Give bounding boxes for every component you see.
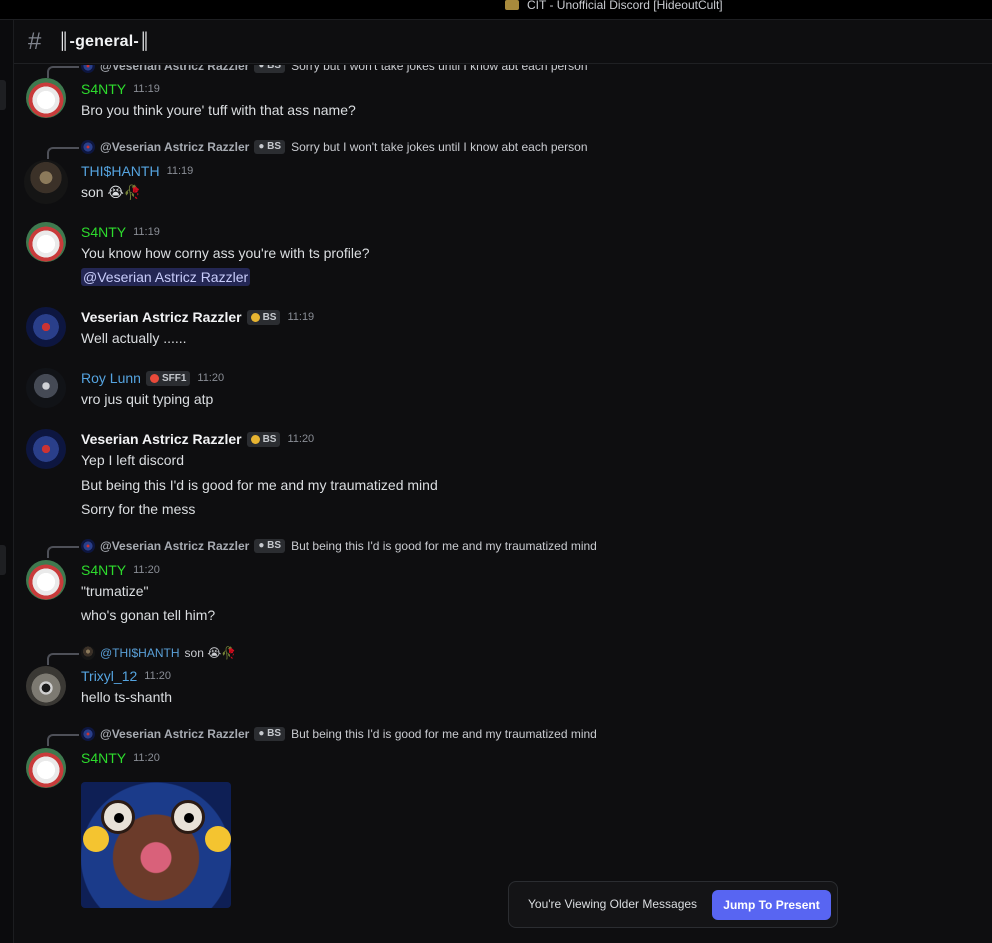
timestamp: 11:20: [133, 564, 160, 576]
laughing-emoji-icon: [205, 826, 231, 852]
older-messages-text: You're Viewing Older Messages: [528, 897, 698, 911]
avatar[interactable]: [26, 429, 66, 469]
image-eye: [101, 800, 135, 834]
message-header: S4NTY 11:19: [81, 79, 160, 99]
skull-icon: [250, 312, 260, 322]
message-text: hello ts-shanth: [81, 689, 173, 705]
flame-icon: [149, 373, 159, 383]
message-text: @Veserian Astricz Razzler: [81, 267, 251, 287]
reply-avatar: [81, 140, 95, 154]
role-tag: SFF1: [145, 370, 191, 386]
reply-preview[interactable]: @Veserian Astricz Razzler ● BS Sorry but…: [47, 65, 588, 78]
avatar[interactable]: [26, 222, 66, 262]
timestamp: 11:19: [133, 226, 160, 238]
message-list[interactable]: @Veserian Astricz Razzler ● BS Sorry but…: [14, 65, 992, 943]
window-titlebar: CIT - Unofficial Discord [HideoutCult]: [0, 0, 992, 20]
message-text: But being this I'd is good for me and my…: [81, 477, 438, 493]
jump-to-present-button[interactable]: Jump To Present: [712, 890, 831, 920]
username[interactable]: Veserian Astricz Razzler: [81, 431, 242, 447]
image-attachment[interactable]: [81, 782, 231, 908]
message-header: THI$HANTH 11:19: [81, 161, 193, 181]
reply-avatar: [81, 727, 95, 741]
channel-header: # ║-general-║: [14, 20, 992, 64]
message-header: S4NTY 11:20: [81, 560, 160, 580]
message-text: son 😭🥀: [81, 184, 142, 200]
image-eye: [171, 800, 205, 834]
message-header: Trixyl_12 11:20: [81, 666, 171, 686]
sidebar-indicator: [0, 545, 6, 575]
message-text: Bro you think youre' tuff with that ass …: [81, 102, 356, 118]
message-header: S4NTY 11:19: [81, 222, 160, 242]
message-header: Veserian Astricz Razzler BS 11:20: [81, 429, 314, 449]
username[interactable]: S4NTY: [81, 562, 126, 578]
role-tag: BS: [246, 431, 281, 447]
username[interactable]: Trixyl_12: [81, 668, 137, 684]
role-tag: ● BS: [254, 539, 286, 553]
reply-preview[interactable]: @Veserian Astricz Razzler ● BS But being…: [47, 538, 597, 558]
reply-preview[interactable]: @THI$HANTH son 😭🥀: [47, 645, 236, 665]
avatar[interactable]: [26, 666, 66, 706]
laughing-emoji-icon: [83, 826, 109, 852]
timestamp: 11:19: [133, 83, 160, 95]
channel-name[interactable]: ║-general-║: [58, 33, 150, 51]
message-text: Yep I left discord: [81, 452, 184, 468]
reply-avatar: [81, 65, 95, 73]
older-messages-banner: You're Viewing Older Messages Jump To Pr…: [508, 881, 838, 928]
username[interactable]: S4NTY: [81, 224, 126, 240]
role-tag: ● BS: [254, 727, 286, 741]
avatar[interactable]: [26, 368, 66, 408]
avatar[interactable]: [26, 560, 66, 600]
server-logo-icon: [505, 0, 519, 10]
avatar[interactable]: [26, 748, 66, 788]
reply-preview[interactable]: @Veserian Astricz Razzler ● BS Sorry but…: [47, 139, 588, 159]
role-tag: ● BS: [254, 65, 286, 73]
skull-icon: [250, 434, 260, 444]
message-text: Well actually ......: [81, 330, 187, 346]
timestamp: 11:20: [287, 433, 315, 445]
timestamp: 11:20: [133, 752, 160, 764]
message-header: Veserian Astricz Razzler BS 11:19: [81, 307, 314, 327]
reply-avatar: [81, 539, 95, 553]
message-text: who's gonan tell him?: [81, 607, 216, 623]
username[interactable]: Veserian Astricz Razzler: [81, 309, 242, 325]
avatar[interactable]: [26, 78, 66, 118]
reply-preview[interactable]: @Veserian Astricz Razzler ● BS But being…: [47, 726, 597, 746]
timestamp: 11:20: [144, 670, 171, 682]
sidebar-indicator: [0, 80, 6, 110]
username[interactable]: S4NTY: [81, 750, 126, 766]
avatar[interactable]: [26, 307, 66, 347]
timestamp: 11:20: [197, 372, 225, 384]
timestamp: 11:19: [166, 165, 194, 177]
message-text: "trumatize": [81, 583, 149, 599]
message-text: vro jus quit typing atp: [81, 391, 214, 407]
message-header: S4NTY 11:20: [81, 748, 160, 768]
message-header: Roy Lunn SFF1 11:20: [81, 368, 224, 388]
message-text: You know how corny ass you're with ts pr…: [81, 245, 370, 261]
channel-hash-icon: #: [28, 28, 42, 55]
avatar[interactable]: [24, 160, 68, 204]
username[interactable]: S4NTY: [81, 81, 126, 97]
role-tag: BS: [246, 309, 281, 325]
timestamp: 11:19: [287, 311, 315, 323]
reply-avatar: [81, 646, 95, 660]
user-mention[interactable]: @Veserian Astricz Razzler: [81, 268, 251, 286]
username[interactable]: Roy Lunn: [81, 370, 141, 386]
username[interactable]: THI$HANTH: [81, 163, 160, 179]
message-text: Sorry for the mess: [81, 501, 196, 517]
window-title: CIT - Unofficial Discord [HideoutCult]: [505, 0, 723, 11]
role-tag: ● BS: [254, 140, 286, 154]
server-sidebar-edge: [0, 20, 14, 943]
